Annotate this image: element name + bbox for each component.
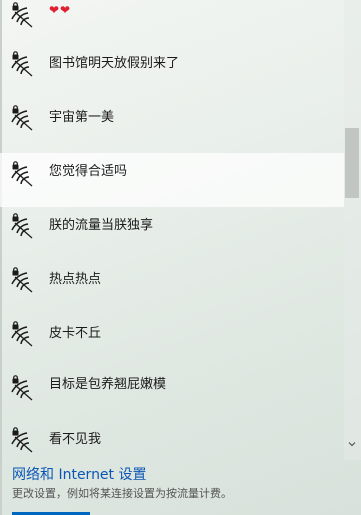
secured-wifi-icon [11, 213, 33, 239]
network-item[interactable]: 热点热点 [0, 253, 344, 307]
network-name: 宇宙第一美 [49, 110, 115, 125]
scrollbar-thumb[interactable] [345, 128, 359, 198]
network-item[interactable]: ❤❤ [0, 0, 344, 30]
network-name: 皮卡不丘 [49, 326, 102, 341]
network-name: 朕的流量当朕独享 [49, 218, 154, 233]
secured-wifi-icon [11, 375, 33, 401]
network-name: 图书馆明天放假别来了 [49, 56, 180, 71]
network-name: ❤❤ [49, 3, 72, 17]
network-list[interactable]: ❤❤ 图书馆明天放假别来了 宇宙第一美 您觉得合适吗 朕的流量当朕独享 热点热点… [0, 0, 344, 460]
secured-wifi-icon [11, 2, 33, 28]
secured-wifi-icon [11, 267, 33, 293]
secured-wifi-icon [11, 161, 33, 187]
network-item[interactable]: 目标是包养翘屁嫩模 [0, 361, 344, 415]
network-flyout: ❤❤ 图书馆明天放假别来了 宇宙第一美 您觉得合适吗 朕的流量当朕独享 热点热点… [0, 0, 361, 515]
vertical-scrollbar[interactable] [344, 0, 361, 460]
secured-wifi-icon [11, 427, 33, 453]
network-settings-link[interactable]: 网络和 Internet 设置 [12, 466, 147, 484]
network-name: 目标是包养翘屁嫩模 [49, 377, 167, 392]
network-name: 看不见我 [49, 432, 102, 447]
network-item[interactable]: 图书馆明天放假别来了 [0, 37, 344, 91]
network-item[interactable]: 看不见我 [0, 413, 344, 460]
network-item[interactable]: 皮卡不丘 [0, 307, 344, 361]
network-name: 热点热点 [49, 272, 102, 287]
secured-wifi-icon [11, 321, 33, 347]
secured-wifi-icon [11, 51, 33, 77]
network-item[interactable]: 朕的流量当朕独享 [0, 199, 344, 253]
network-settings-description: 更改设置，例如将某连接设置为按流量计费。 [12, 487, 232, 500]
secured-wifi-icon [11, 105, 33, 131]
network-name: 您觉得合适吗 [49, 164, 128, 179]
network-item[interactable]: 宇宙第一美 [0, 91, 344, 145]
chevron-down-icon[interactable] [347, 439, 357, 449]
